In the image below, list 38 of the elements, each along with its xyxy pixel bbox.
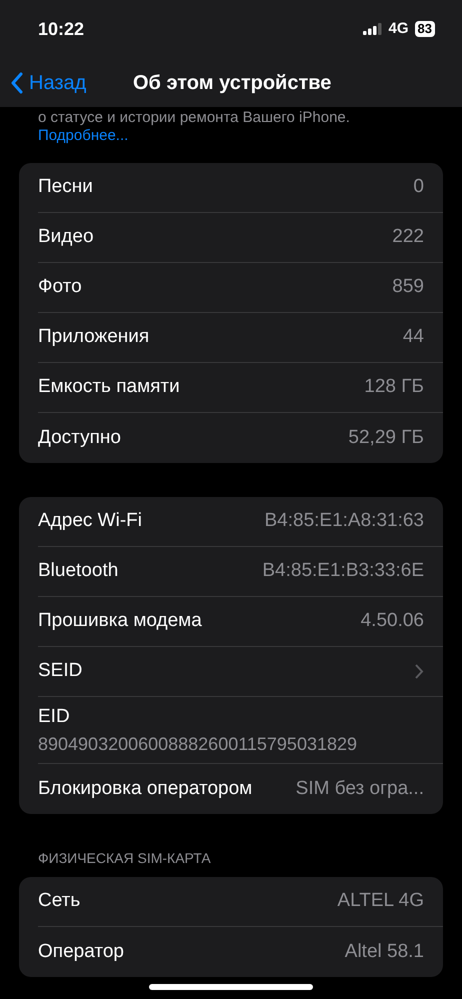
row-label: Видео	[38, 225, 94, 250]
row-value: B4:85:E1:B3:33:6E	[262, 559, 424, 584]
row-label: Bluetooth	[38, 559, 118, 584]
row-value: 128 ГБ	[364, 375, 424, 400]
row-label: Песни	[38, 175, 93, 200]
row-value: B4:85:E1:A8:31:63	[264, 509, 424, 534]
row-label: Оператор	[38, 940, 124, 964]
row-label: Фото	[38, 275, 82, 300]
row-label: EID	[38, 705, 71, 729]
row-value: 52,29 ГБ	[348, 426, 424, 450]
row-value: ALTEL 4G	[337, 889, 424, 914]
more-link[interactable]: Подробнее...	[38, 127, 128, 145]
row-label: Доступно	[38, 426, 121, 450]
row-value: 89049032006008882600115795031829	[38, 733, 358, 756]
row-label: Приложения	[38, 325, 150, 350]
row-value: 4.50.06	[360, 609, 424, 634]
row-value: 44	[402, 325, 424, 350]
battery-level: 83	[414, 21, 435, 37]
row-label: Сеть	[38, 889, 80, 914]
status-time: 10:22	[38, 18, 84, 40]
intro-text: о статусе и истории ремонта Вашего iPhone.	[38, 109, 351, 127]
row-label: SEID	[38, 659, 82, 684]
back-button[interactable]: Назад	[10, 68, 86, 98]
row-label: Прошивка модема	[38, 609, 202, 634]
row-label: Блокировка оператором	[38, 776, 252, 801]
row-value: 859	[392, 275, 424, 300]
page-title: Об этом устройстве	[133, 70, 332, 96]
row-label: Адрес Wi-Fi	[38, 509, 142, 534]
row-value: SIM без огра...	[296, 776, 424, 801]
row-label: Емкость памяти	[38, 375, 180, 400]
section-header: ФИЗИЧЕСКАЯ SIM-КАРТА	[38, 849, 212, 868]
signal-icon	[362, 23, 383, 35]
back-chevron-icon	[10, 72, 23, 94]
row-value: Altel 58.1	[344, 940, 424, 964]
network-type: 4G	[388, 18, 409, 39]
chevron-icon[interactable]	[415, 664, 424, 679]
row-value: 0	[413, 175, 424, 200]
row-value: 222	[392, 225, 424, 250]
